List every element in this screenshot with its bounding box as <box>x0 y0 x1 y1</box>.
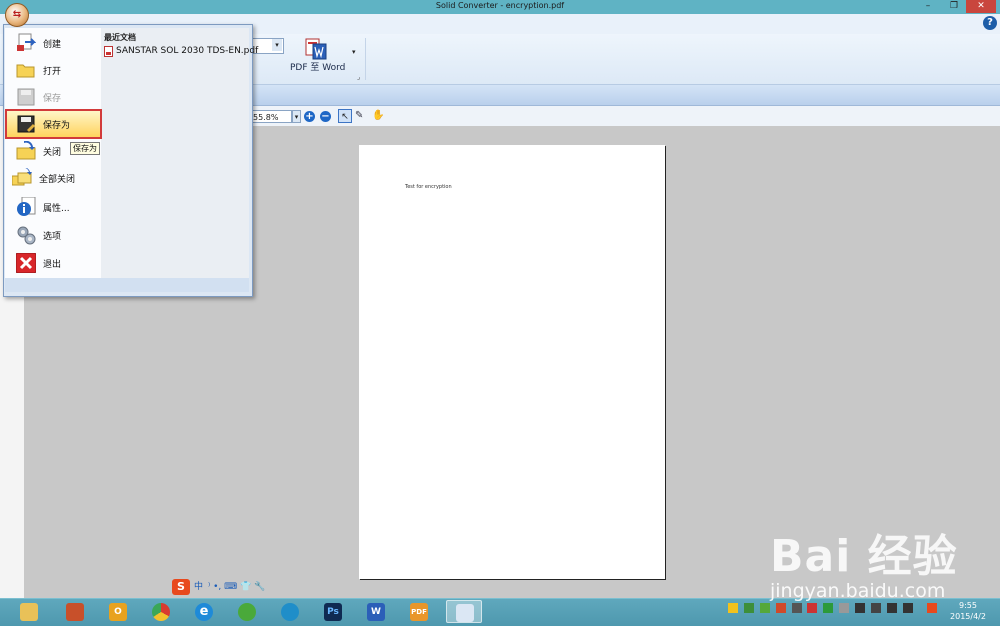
ime-toolbar-icons[interactable]: ⁾ •, ⌨ 👕 🔧 <box>208 579 265 595</box>
ribbon-separator <box>365 38 366 80</box>
speaker-icon[interactable] <box>870 603 881 613</box>
ime-tray-icon[interactable] <box>926 603 937 613</box>
taskbar-internet-explorer[interactable]: e <box>189 600 219 623</box>
chevron-down-icon[interactable]: ▾ <box>352 48 356 56</box>
network-warning-icon[interactable] <box>807 603 818 613</box>
qq-icon[interactable] <box>902 603 913 613</box>
close-all-icon <box>12 168 32 186</box>
menu-item-label: 选项 <box>43 232 62 242</box>
menu-item-label: 全部关闭 <box>39 175 76 185</box>
menu-item-close-all[interactable]: 全部关闭 <box>6 165 100 191</box>
ime-logo-icon[interactable]: S <box>172 579 190 595</box>
hand-tool-icon[interactable]: ✋ <box>372 110 384 121</box>
qq-icon[interactable] <box>855 603 865 613</box>
exit-icon <box>16 253 36 273</box>
app-menu-footer <box>5 278 249 292</box>
menu-item-create[interactable]: 创建 <box>6 30 100 56</box>
taskbar-pdf-tool[interactable]: PDF <box>404 600 434 623</box>
qq-icon[interactable] <box>886 603 897 613</box>
outlook-icon: O <box>109 603 127 621</box>
ime-mode[interactable]: 中 <box>194 579 203 595</box>
tray-app-icon[interactable] <box>839 603 850 613</box>
volume-icon[interactable] <box>791 603 802 613</box>
group-launcher-icon[interactable]: ⌟ <box>357 73 360 81</box>
gear-icon <box>17 226 36 245</box>
folder-open-icon <box>16 64 35 78</box>
minimize-button[interactable]: – <box>918 0 938 13</box>
chrome-icon <box>152 603 170 621</box>
help-icon[interactable]: ? <box>983 16 997 30</box>
taskbar-word[interactable]: W <box>361 600 391 623</box>
menu-item-label: 退出 <box>43 260 62 270</box>
menu-item-properties[interactable]: 属性... <box>6 194 100 220</box>
ie-icon: e <box>195 603 213 621</box>
menu-item-label: 属性... <box>43 204 70 214</box>
pdf-file-icon <box>104 46 113 57</box>
taskbar-outlook[interactable]: O <box>103 600 133 623</box>
taskbar-chrome[interactable] <box>146 600 176 623</box>
text-select-tool-icon[interactable]: ✎ <box>355 110 363 121</box>
info-icon <box>17 197 36 216</box>
menu-item-label: 保存 <box>43 94 62 104</box>
application-button[interactable]: ⇆ <box>5 3 29 27</box>
taskbar-wechat[interactable] <box>232 600 262 623</box>
zoom-input[interactable]: 55.8% <box>250 110 292 123</box>
tray-app-icon[interactable] <box>728 603 738 613</box>
menu-item-label: 创建 <box>43 40 62 50</box>
tray-app-icon[interactable] <box>759 603 770 613</box>
menu-item-save[interactable]: 保存 <box>6 84 100 110</box>
tooltip: 保存为 <box>70 142 100 155</box>
window-title: Solid Converter - encryption.pdf <box>435 1 565 10</box>
save-icon <box>17 88 35 106</box>
system-tray <box>728 603 940 621</box>
restore-button[interactable]: ❐ <box>944 0 964 13</box>
zoom-in-icon[interactable]: + <box>304 111 315 122</box>
tray-app-icon[interactable] <box>823 603 834 613</box>
close-button[interactable]: ✕ <box>966 0 996 13</box>
close-document-icon <box>16 141 36 160</box>
shield-icon[interactable] <box>743 603 754 613</box>
toolbox-icon <box>66 603 84 621</box>
clock-time[interactable]: 9:55 <box>950 601 986 610</box>
pdf-tool-icon: PDF <box>410 603 428 621</box>
chevron-down-icon[interactable]: ▾ <box>292 110 301 123</box>
baidu-watermark-url: jingyan.baidu.com <box>770 580 946 602</box>
create-icon <box>17 33 36 51</box>
taskbar-solid-converter[interactable] <box>446 600 482 623</box>
pdf-to-word-icon[interactable] <box>304 38 328 60</box>
page-text: Test for encryption <box>405 184 452 190</box>
taskbar-photoshop[interactable]: Ps <box>318 600 348 623</box>
tray-app-icon[interactable] <box>775 603 786 613</box>
recent-documents-heading: 最近文档 <box>104 33 136 42</box>
menu-item-label: 打开 <box>43 67 62 77</box>
wechat-icon <box>238 603 256 621</box>
save-as-highlight-box <box>5 109 102 139</box>
recent-file-item[interactable]: SANSTAR SOL 2030 TDS-EN.pdf <box>116 46 258 56</box>
recent-documents-pane <box>101 28 249 278</box>
menu-item-label: 关闭 <box>43 148 62 158</box>
document-page[interactable] <box>359 145 665 579</box>
solid-converter-icon <box>456 604 474 622</box>
browser-icon <box>281 603 299 621</box>
zoom-out-icon[interactable]: − <box>320 111 331 122</box>
menu-item-options[interactable]: 选项 <box>6 222 100 248</box>
word-icon: W <box>367 603 385 621</box>
clock-date[interactable]: 2015/4/2 <box>943 612 993 621</box>
taskbar-browser[interactable] <box>275 600 305 623</box>
pdf-to-word-label[interactable]: PDF 至 Word <box>290 60 345 73</box>
menu-item-exit[interactable]: 退出 <box>6 250 100 276</box>
chevron-down-icon[interactable]: ▾ <box>272 39 282 51</box>
select-tool-icon[interactable]: ↖ <box>338 109 352 123</box>
photoshop-icon: Ps <box>324 603 342 621</box>
menu-item-open[interactable]: 打开 <box>6 57 100 83</box>
folder-icon <box>20 603 38 621</box>
baidu-watermark-logo: Bai 经验 <box>770 531 958 582</box>
taskbar-file-explorer[interactable] <box>14 600 44 623</box>
taskbar-toolbox[interactable] <box>60 600 90 623</box>
